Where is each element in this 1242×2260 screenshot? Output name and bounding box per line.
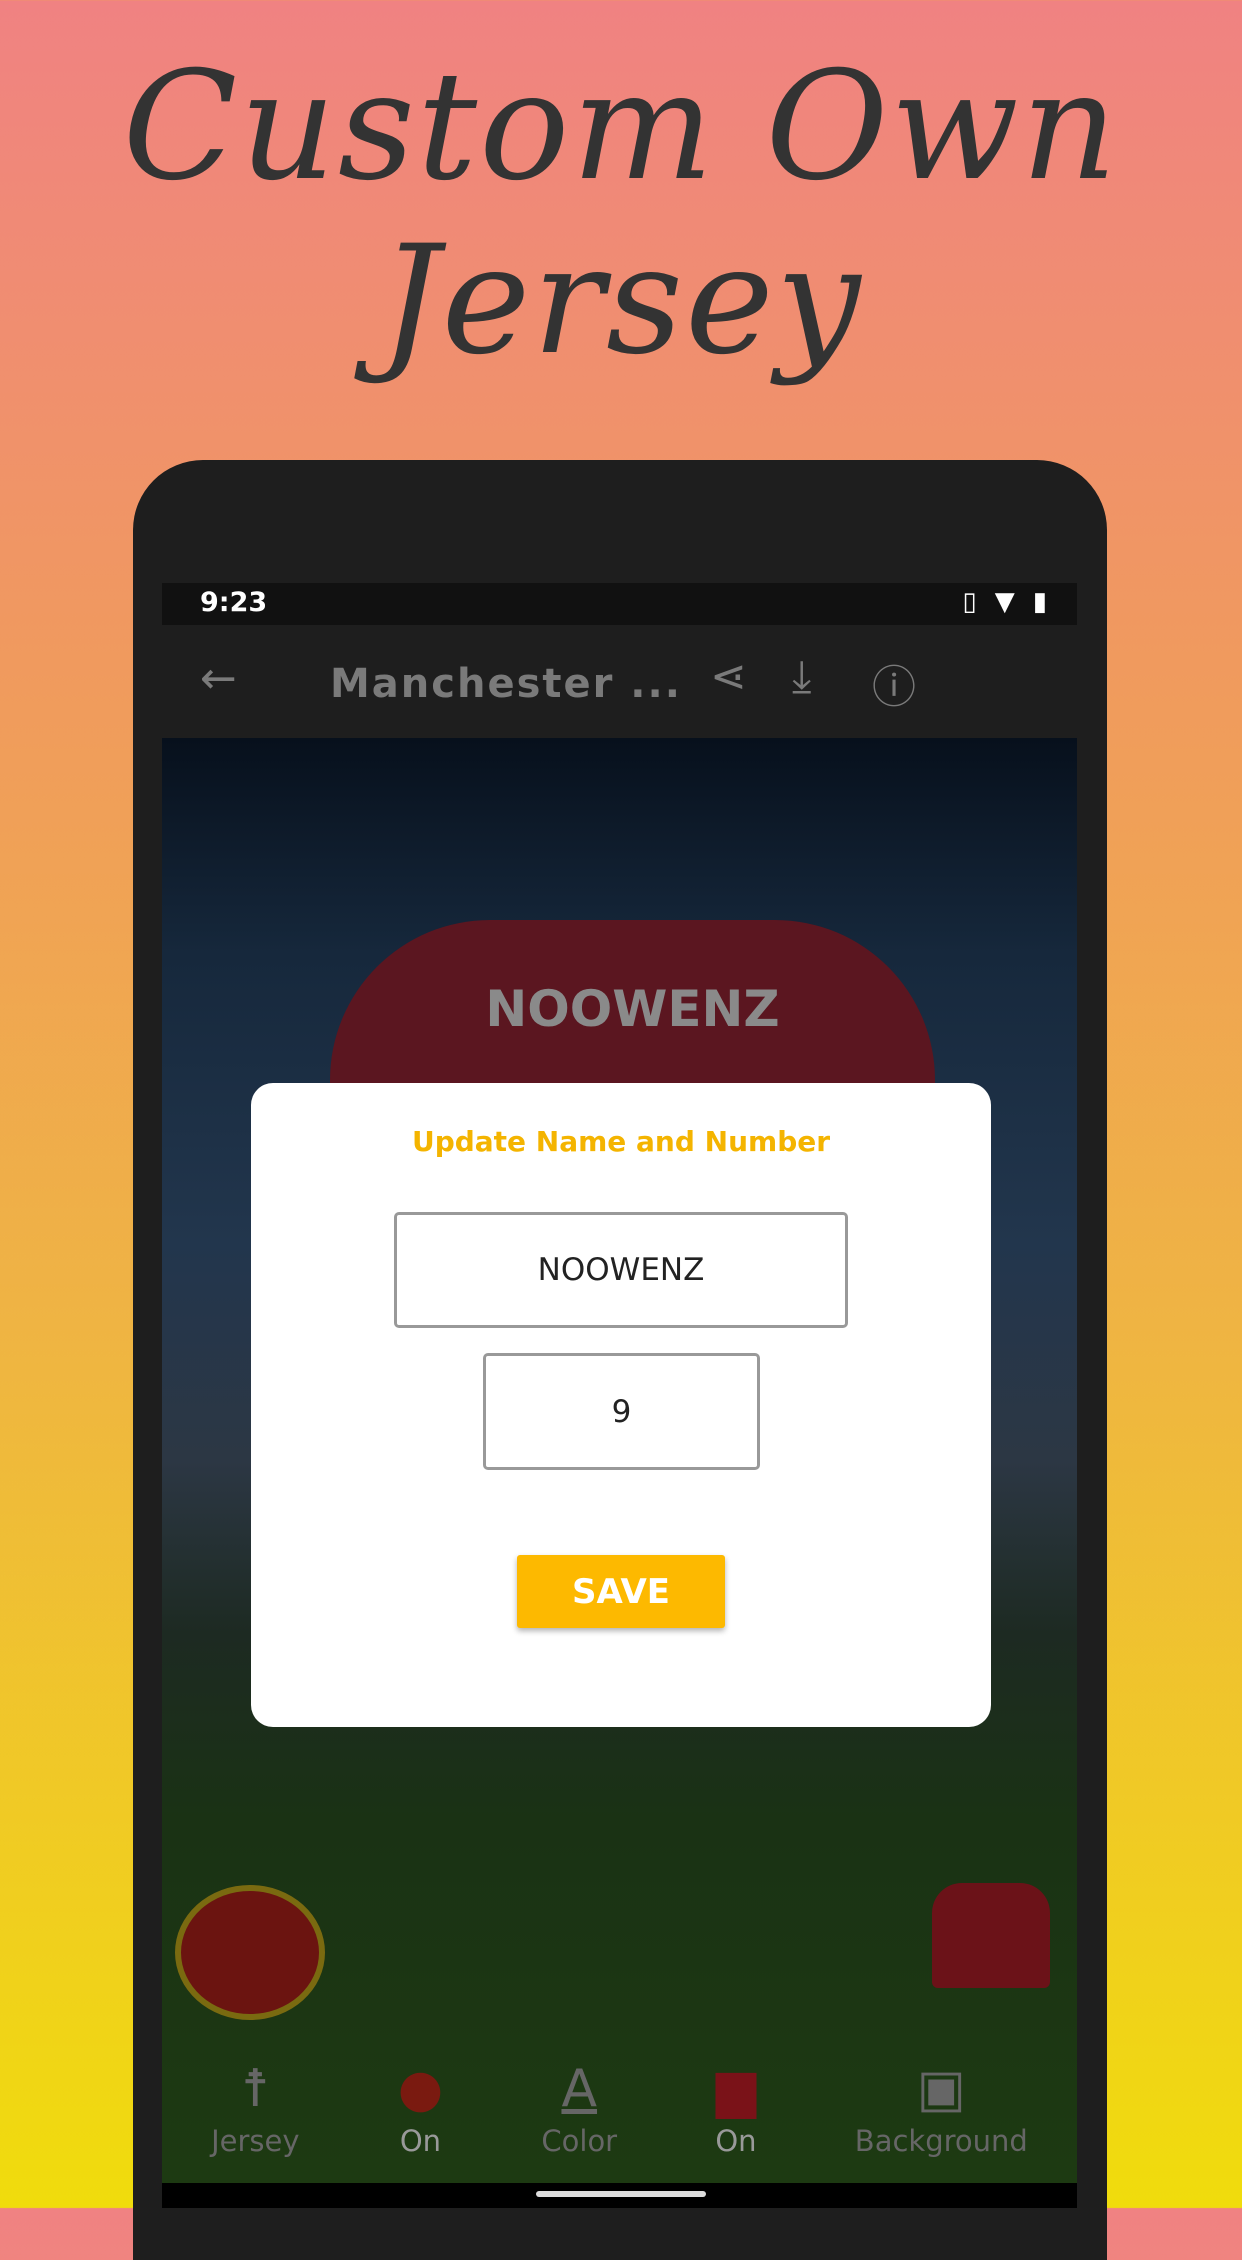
nav-label: Color — [541, 2124, 618, 2158]
system-nav-bar — [162, 2183, 1077, 2208]
jersey-thumbnail — [932, 1883, 1050, 1988]
nav-crest-toggle[interactable]: ● On — [398, 2058, 443, 2158]
name-input[interactable] — [394, 1212, 848, 1328]
nav-label: Background — [854, 2124, 1028, 2158]
info-icon[interactable]: ⓘ — [872, 651, 916, 715]
bottom-nav: ☨ Jersey ● On A Color ▆ On ▣ Background — [162, 2033, 1077, 2183]
number-input[interactable] — [483, 1353, 760, 1470]
vibrate-icon: ▯ — [962, 587, 977, 617]
nav-color[interactable]: A Color — [541, 2058, 617, 2158]
save-button[interactable]: SAVE — [517, 1555, 725, 1628]
text-color-icon: A — [561, 2059, 598, 2119]
back-arrow-icon[interactable]: ← — [200, 653, 237, 704]
download-icon[interactable]: ⤓ — [792, 651, 811, 702]
nav-shirt-toggle[interactable]: ▆ On — [715, 2058, 756, 2158]
status-bar: 9:23 ▯ ▼ ▮ — [162, 583, 1077, 625]
club-crest-image — [175, 1885, 325, 2020]
nav-label: Jersey — [211, 2124, 300, 2158]
promo-headline: Custom Own Jersey — [122, 40, 1120, 388]
wifi-icon: ▼ — [994, 587, 1015, 617]
update-name-number-dialog: Update Name and Number SAVE — [251, 1083, 991, 1727]
battery-charging-icon: ▮ — [1032, 587, 1047, 617]
home-indicator[interactable] — [536, 2191, 706, 2197]
nav-label: On — [399, 2124, 442, 2158]
share-icon[interactable]: ⋖ — [710, 651, 747, 702]
nav-background[interactable]: ▣ Background — [855, 2058, 1028, 2158]
club-crest-icon: ● — [397, 2059, 444, 2119]
dialog-title: Update Name and Number — [411, 1125, 831, 1158]
nav-jersey[interactable]: ☨ Jersey — [211, 2058, 299, 2158]
status-time: 9:23 — [200, 587, 268, 618]
app-title: Manchester ... — [330, 661, 682, 707]
app-bar: ← Manchester ... ⋖ ⤓ ⓘ — [162, 625, 1077, 738]
nav-label: On — [715, 2124, 757, 2158]
image-icon: ▣ — [916, 2059, 966, 2119]
person-icon: ☨ — [241, 2059, 270, 2119]
jersey-name-text: NOOWENZ — [485, 980, 780, 1038]
shirt-icon: ▆ — [715, 2059, 756, 2119]
